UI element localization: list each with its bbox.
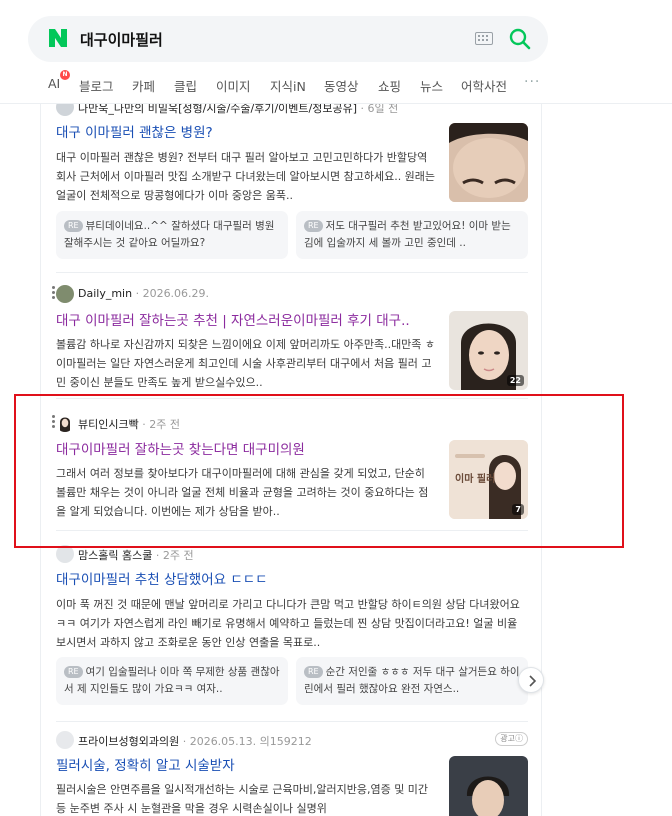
source-name[interactable]: 맘스홀릭 홈스쿨 · 2주 전 [78,547,194,563]
reply-box[interactable]: RE 뷰티데이네요..^^ 잘하셨다 대구필러 병원 잘해주시는 것 같아요 어딜… [56,211,288,259]
result-title[interactable]: 대구이마필러 추천 상담했어요 ㄷㄷㄷ [56,570,436,590]
new-badge: N [60,70,70,80]
avatar[interactable] [56,545,74,563]
post-date: · 2026.06.29. [132,287,210,300]
source-name[interactable]: 프라이브성형외과의원 · 2026.05.13. 의159212 [78,733,312,749]
divider [56,530,528,531]
next-replies-button[interactable] [518,667,544,693]
reply-text: 여기 입술필러나 이마 쪽 무제한 상품 괜찮아서 제 지인들도 많이 가요ㅋㅋ… [64,666,280,695]
search-header: 대구이마필러 AI N 블로그 카페 클립 이미지 지식iN 동영상 쇼핑 뉴스 … [0,0,672,104]
forehead-photo-icon [449,123,528,202]
chevron-right-icon [529,675,537,687]
tab-kin[interactable]: 지식iN [270,76,306,95]
thumb-caption: 이마 필러 [455,474,496,485]
search-input[interactable]: 대구이마필러 [80,29,163,50]
result-thumbnail[interactable]: 이마 필러 7 [449,440,528,519]
reply-tag: RE [304,666,323,678]
tab-blog[interactable]: 블로그 [79,76,114,95]
result-thumbnail[interactable] [449,756,528,816]
tab-ai[interactable]: AI N [48,70,70,91]
avatar[interactable] [56,285,74,303]
reply-box[interactable]: RE 순간 저인줄 ㅎㅎㅎ 저두 대구 살거든요 하이린에서 필러 했잖아요 완전… [296,657,528,705]
source-name[interactable]: Daily_min · 2026.06.29. [78,287,209,300]
divider [56,721,528,722]
more-options-icon[interactable] [50,414,56,428]
keyboard-icon[interactable] [475,32,493,45]
post-date: · 2026.05.13. 의159212 [179,735,312,748]
naver-n-icon [49,29,67,47]
image-count-badge: 22 [506,375,524,386]
tab-cafe[interactable]: 카페 [132,76,155,95]
more-tabs-icon[interactable]: ··· [524,74,540,90]
tab-video[interactable]: 동영상 [324,76,359,95]
reply-text: 뷰티데이네요..^^ 잘하셨다 대구필러 병원 잘해주시는 것 같아요 어딜까요… [64,220,275,249]
reply-tag: RE [64,220,83,232]
source-name[interactable]: 뷰티인시크빡 · 2주 전 [78,416,180,432]
result-snippet[interactable]: 이마 푹 꺼진 것 때문에 맨날 앞머리로 가리고 다니다가 큰맘 먹고 반할당… [56,595,526,652]
post-date: · 2주 전 [152,549,194,562]
tab-clip[interactable]: 클립 [174,76,197,95]
reply-box[interactable]: RE 여기 입술필러나 이마 쪽 무제한 상품 괜찮아서 제 지인들도 많이 가요… [56,657,288,705]
reply-tag: RE [64,666,83,678]
search-icon[interactable] [508,27,532,51]
naver-logo[interactable] [47,27,69,51]
result-snippet[interactable]: 대구 이마필러 괜찮은 병원? 전부터 대구 필러 알아보고 고민고민하다가 반… [56,148,436,205]
result-snippet[interactable]: 그래서 여러 정보를 찾아보다가 대구이마필러에 대해 관심을 갖게 되었고, … [56,464,436,521]
tab-shopping[interactable]: 쇼핑 [378,76,401,95]
tab-label: AI [48,76,61,91]
result-snippet[interactable]: 볼륨감 하나로 자신감까지 되찾은 느낌이에요 이제 앞머리까도 아주만족..대… [56,335,436,392]
divider [56,398,528,399]
source-row: 프라이브성형외과의원 · 2026.05.13. 의159212 광고ⓘ [56,731,528,749]
search-box[interactable]: 대구이마필러 [28,16,548,62]
result-thumbnail[interactable] [449,123,528,202]
reply-text: 저도 대구필러 추천 받고있어요! 이마 받는 김에 입술까지 세 볼까 고민 … [304,220,511,249]
avatar[interactable] [56,414,74,432]
divider [56,272,528,273]
result-title[interactable]: 필러시술, 정확히 알고 시술받자 [56,756,436,776]
reply-text: 순간 저인줄 ㅎㅎㅎ 저두 대구 살거든요 하이린에서 필러 했잖아요 완전 자… [304,666,520,695]
result-title[interactable]: 대구 이마필러 잘하는곳 추천 | 자연스러운이마필러 후기 대구.. [56,311,436,331]
result-snippet[interactable]: 필러시술은 안면주름을 일시적개선하는 시술로 근육마비,알러지반응,염증 및 … [56,780,436,816]
tab-image[interactable]: 이미지 [216,76,251,95]
avatar[interactable] [56,731,74,749]
doctor-photo-icon [449,756,528,816]
result-title[interactable]: 대구 이마필러 괜찮은 병원? [56,123,436,143]
image-count-badge: 7 [512,504,524,515]
result-title[interactable]: 대구이마필러 잘하는곳 찾는다면 대구미의원 [56,440,436,460]
reply-box[interactable]: RE 저도 대구필러 추천 받고있어요! 이마 받는 김에 입술까지 세 볼까 고… [296,211,528,259]
result-thumbnail[interactable]: 22 [449,311,528,390]
post-date: · 2주 전 [138,418,180,431]
more-options-icon[interactable] [50,285,56,299]
tab-dictionary[interactable]: 어학사전 [461,76,507,95]
profile-silhouette-icon [60,417,70,432]
reply-tag: RE [304,220,323,232]
tab-news[interactable]: 뉴스 [420,76,443,95]
ad-badge[interactable]: 광고ⓘ [495,732,528,746]
